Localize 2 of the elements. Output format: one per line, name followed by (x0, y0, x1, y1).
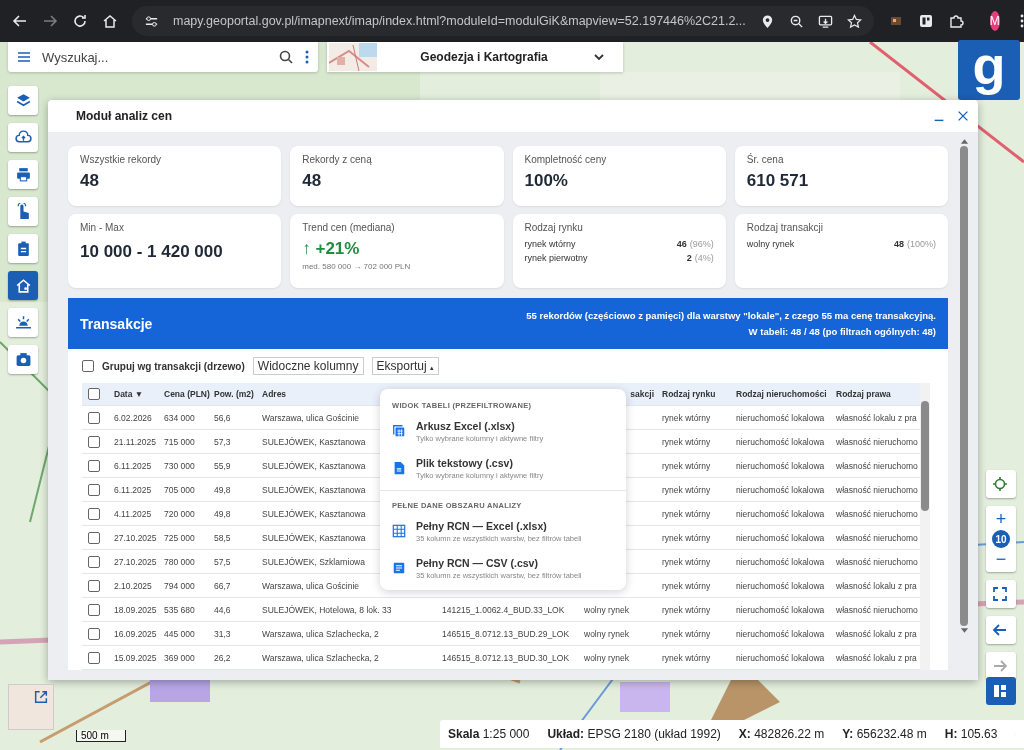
address-bar[interactable]: mapy.geoportal.gov.pl/imapnext/imap/index.html?moduleId=modulGiK&mapview=52.197446%2C21.2... (132, 6, 874, 36)
profile-avatar[interactable]: M (989, 11, 1000, 31)
